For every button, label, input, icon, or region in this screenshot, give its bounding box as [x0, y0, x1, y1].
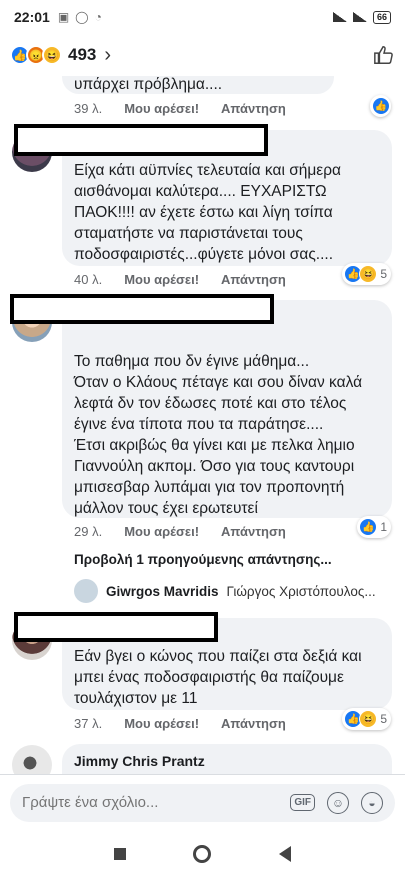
- view-previous-replies-link[interactable]: Προβολή 1 προηγούμενης απάντησης...: [74, 552, 332, 567]
- haha-reaction-icon: 😆: [42, 45, 62, 65]
- sim-icon: ▣: [57, 10, 70, 24]
- like-outline-icon[interactable]: [373, 44, 395, 66]
- avatar: [74, 579, 98, 603]
- comment-input[interactable]: [22, 794, 172, 811]
- chevron-right-icon[interactable]: ›: [104, 44, 111, 67]
- comment-text: Είχα κάτι αϋπνίες τελευταία και σήμερα α…: [74, 162, 341, 263]
- back-button[interactable]: [279, 846, 292, 862]
- comment-author[interactable]: Jimmy Chris Prantz: [74, 753, 205, 769]
- status-time: 22:01: [14, 9, 50, 25]
- reaction-count: 5: [380, 712, 387, 726]
- comment-text: υπάρχει πρόβλημα....: [74, 76, 223, 93]
- system-nav-bar: [0, 830, 405, 878]
- comment-reaction-badge[interactable]: 👍: [370, 95, 391, 117]
- composer-icons: GIF ☺ ◒: [290, 791, 383, 814]
- reaction-count: 1: [380, 520, 387, 534]
- status-notification-icons: ▣ ◯ ◔: [58, 10, 102, 24]
- like-button[interactable]: Μου αρέσει!: [124, 524, 199, 539]
- comment-meta: 39 λ. Μου αρέσει! Απάντηση: [74, 101, 286, 116]
- comment-time: 29 λ.: [74, 524, 103, 539]
- reply-text: Γιώργος Χριστόπουλος...: [226, 583, 376, 599]
- comment-meta: 37 λ. Μου αρέσει! Απάντηση: [74, 716, 286, 731]
- comment-meta: 29 λ. Μου αρέσει! Απάντηση: [74, 524, 286, 539]
- reply-preview[interactable]: Giwrgos Mavridis Γιώργος Χριστόπουλος...: [74, 579, 376, 603]
- like-reaction-icon: 👍: [359, 518, 378, 536]
- reply-button[interactable]: Απάντηση: [221, 272, 286, 287]
- reply-author: Giwrgos Mavridis: [106, 583, 219, 599]
- comment-composer: GIF ☺ ◒: [0, 774, 405, 830]
- comment-time: 39 λ.: [74, 101, 103, 116]
- emoji-icon[interactable]: ☺: [327, 791, 349, 814]
- comment-reaction-badge[interactable]: 👍 😆 5: [342, 708, 391, 730]
- gif-button[interactable]: GIF: [290, 794, 315, 811]
- redacted-name: [14, 612, 218, 642]
- reply-button[interactable]: Απάντηση: [221, 716, 286, 731]
- haha-reaction-icon: 😆: [359, 710, 378, 728]
- signal-icon: [332, 12, 347, 22]
- comment-reaction-badge[interactable]: 👍 😆 5: [342, 263, 391, 285]
- reply-button[interactable]: Απάντηση: [221, 524, 286, 539]
- like-reaction-icon: 👍: [372, 97, 390, 115]
- reply-button[interactable]: Απάντηση: [221, 101, 286, 116]
- like-button[interactable]: Μου αρέσει!: [124, 272, 199, 287]
- haha-reaction-icon: 😆: [359, 265, 378, 283]
- comment-text: Εάν βγει ο κώνος που παίζει στα δεξιά κα…: [74, 648, 362, 707]
- battery-icon: 66: [372, 10, 391, 24]
- whatsapp-icon: ◔: [94, 10, 102, 24]
- comment-time: 37 λ.: [74, 716, 103, 731]
- recents-button[interactable]: [113, 848, 126, 860]
- comment-reaction-badge[interactable]: 👍 1: [357, 516, 391, 538]
- comment-input-wrap[interactable]: GIF ☺ ◒: [10, 783, 395, 822]
- like-button[interactable]: Μου αρέσει!: [124, 101, 199, 116]
- reactions-header[interactable]: 👍 😠 😆 493 ›: [0, 34, 405, 76]
- redacted-name: [10, 294, 274, 324]
- comment-text: Το παθημα που δν έγινε μάθημα... Όταν ο …: [74, 353, 363, 517]
- redacted-name: [14, 124, 268, 156]
- signal-icon-2: [352, 12, 367, 22]
- comment-meta: 40 λ. Μου αρέσει! Απάντηση: [74, 272, 286, 287]
- comment-time: 40 λ.: [74, 272, 103, 287]
- messenger-icon: ◯: [75, 10, 89, 24]
- reaction-count: 493: [68, 45, 97, 64]
- comment-bubble: Το παθημα που δν έγινε μάθημα... Όταν ο …: [62, 300, 392, 518]
- like-button[interactable]: Μου αρέσει!: [124, 716, 199, 731]
- home-button[interactable]: [193, 845, 212, 863]
- status-bar: 22:01 ▣ ◯ ◔ 66: [0, 0, 405, 34]
- reaction-count: 5: [380, 267, 387, 281]
- status-right: 66: [332, 10, 391, 24]
- sticker-icon[interactable]: ◒: [361, 791, 383, 814]
